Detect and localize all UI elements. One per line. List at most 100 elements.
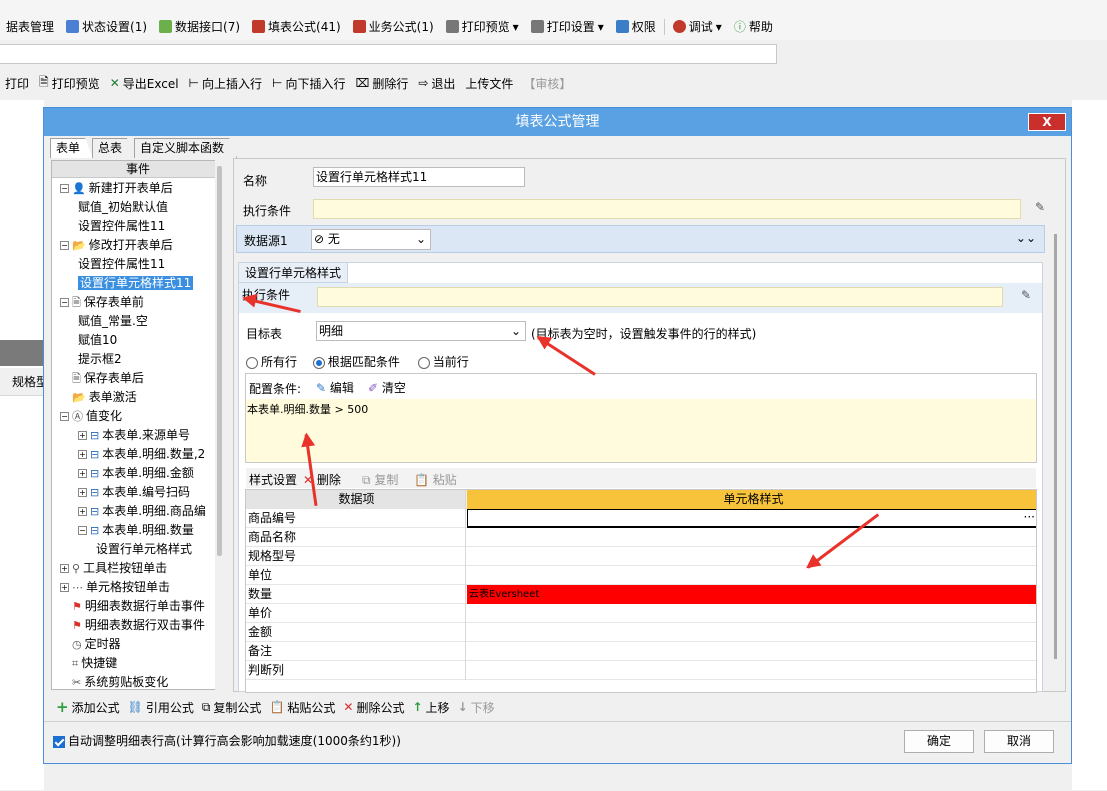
business-formula-button[interactable]: 业务公式(1): [347, 18, 440, 35]
table-row[interactable]: 规格型号: [246, 547, 1036, 566]
tree-node[interactable]: − 📂 修改打开表单后: [60, 236, 173, 255]
tree-leaf[interactable]: 赋值10: [78, 331, 117, 350]
expand-icon[interactable]: +: [78, 488, 87, 497]
panel-scrollbar[interactable]: [1054, 234, 1057, 659]
toolbar-item[interactable]: 据表管理: [0, 18, 60, 35]
cell-style-cell[interactable]: [467, 566, 1036, 585]
tree-leaf[interactable]: + ⊟ 本表单.编号扫码: [78, 483, 190, 502]
expand-icon[interactable]: +: [78, 431, 87, 440]
expand-icon[interactable]: +: [60, 583, 69, 592]
tree-node[interactable]: ⌗ 快捷键: [60, 654, 117, 673]
tree-node[interactable]: ✂ 系统剪贴板变化: [60, 673, 168, 689]
collapse-icon[interactable]: −: [60, 241, 69, 250]
move-up-button[interactable]: ↑ 上移: [408, 699, 453, 716]
permission-button[interactable]: 权限: [610, 18, 662, 35]
cell-style-cell[interactable]: 云表Eversheet: [467, 585, 1036, 604]
move-down-button[interactable]: ↓ 下移: [454, 699, 499, 716]
table-row[interactable]: 判断列: [246, 661, 1036, 680]
cell-style-cell[interactable]: [467, 604, 1036, 623]
cell-style-cell[interactable]: [467, 623, 1036, 642]
tree-leaf[interactable]: + ⊟ 本表单.明细.商品编: [78, 502, 206, 521]
tree-leaf[interactable]: + ⊟ 本表单.明细.数量,2: [78, 445, 205, 464]
collapse-icon[interactable]: −: [60, 412, 69, 421]
formula-bar[interactable]: [0, 44, 777, 64]
table-row[interactable]: 单位: [246, 566, 1036, 585]
copy-style-button[interactable]: ⧉ 复制: [362, 471, 398, 488]
reference-formula-button[interactable]: ⛓ 引用公式: [124, 699, 198, 716]
ok-button[interactable]: 确定: [904, 730, 974, 753]
cell-style-cell[interactable]: [467, 528, 1036, 547]
copy-formula-button[interactable]: ⧉ 复制公式: [198, 699, 266, 716]
condition-text-area[interactable]: 本表单.明细.数量 > 500: [246, 399, 1036, 462]
wand-icon[interactable]: ✎: [1021, 288, 1031, 302]
print-button[interactable]: 打印: [0, 75, 34, 92]
tree-leaf[interactable]: 赋值_常量.空: [78, 312, 148, 331]
cancel-button[interactable]: 取消: [984, 730, 1054, 753]
name-input[interactable]: 设置行单元格样式11: [313, 167, 525, 187]
cell-style-cell[interactable]: ···: [467, 508, 1036, 528]
tree-leaf[interactable]: + ⊟ 本表单.来源单号: [78, 426, 190, 445]
collapse-icon[interactable]: ⌄⌄: [1016, 231, 1036, 245]
audit-button[interactable]: 【审核】: [518, 75, 576, 92]
tree-scrollbar[interactable]: [215, 160, 225, 690]
debug-button[interactable]: 调试 ▾: [667, 18, 728, 35]
paste-formula-button[interactable]: 📋 粘贴公式: [265, 699, 339, 716]
cell-style-cell[interactable]: [467, 661, 1036, 680]
cell-style-cell[interactable]: [467, 642, 1036, 661]
tab-form[interactable]: 表单: [50, 138, 93, 158]
target-select[interactable]: 明细 ⌄: [316, 321, 526, 341]
cell-style-cell[interactable]: [467, 547, 1036, 566]
tree-node[interactable]: ⚑ 明细表数据行双击事件: [60, 616, 205, 635]
tree-node[interactable]: + ⚲ 工具栏按钮单击: [60, 559, 167, 578]
data-interface-button[interactable]: 数据接口(7): [153, 18, 246, 35]
upload-file-button[interactable]: 上传文件: [460, 75, 518, 92]
print-preview-link[interactable]: 🗎 打印预览: [34, 73, 105, 94]
radio-current-row[interactable]: 当前行: [417, 355, 469, 369]
tree-leaf[interactable]: 设置行单元格样式11: [78, 274, 194, 293]
tree-leaf[interactable]: 设置控件属性11: [78, 255, 165, 274]
tree-leaf[interactable]: − ⊟ 本表单.明细.数量: [78, 521, 194, 540]
tab-custom-script[interactable]: 自定义脚本函数: [134, 138, 237, 158]
expand-icon[interactable]: +: [78, 450, 87, 459]
tree-node[interactable]: − Ⓐ 值变化: [60, 407, 122, 426]
radio-match-condition[interactable]: 根据匹配条件: [312, 355, 400, 369]
tree-leaf[interactable]: 赋值_初始默认值: [78, 198, 168, 217]
print-preview-button[interactable]: 打印预览 ▾: [440, 18, 525, 35]
tree-leaf[interactable]: 设置行单元格样式: [96, 540, 192, 559]
tree-node[interactable]: ◷ 定时器: [60, 635, 121, 654]
tab-summary[interactable]: 总表: [92, 138, 135, 158]
fill-formula-button[interactable]: 填表公式(41): [246, 18, 347, 35]
paste-style-button[interactable]: 📋 粘贴: [414, 471, 457, 488]
delete-style-button[interactable]: ✕ 删除: [303, 471, 341, 488]
status-settings-button[interactable]: 状态设置(1): [60, 18, 153, 35]
table-row[interactable]: 商品名称: [246, 528, 1036, 547]
exec-condition-input[interactable]: [313, 199, 1021, 219]
collapse-icon[interactable]: −: [60, 184, 69, 193]
tree-node[interactable]: − 🗎 保存表单前: [60, 293, 144, 312]
tree-node[interactable]: ⚑ 明细表数据行单击事件: [60, 597, 205, 616]
tree-node[interactable]: 🗎 保存表单后: [60, 369, 144, 388]
expand-icon[interactable]: +: [78, 469, 87, 478]
collapse-icon[interactable]: −: [78, 526, 87, 535]
print-settings-button[interactable]: 打印设置 ▾: [525, 18, 610, 35]
insert-row-above-button[interactable]: ⊢ 向上插入行: [184, 75, 267, 92]
table-row[interactable]: 单价: [246, 604, 1036, 623]
tree-node[interactable]: 📂 表单激活: [60, 388, 137, 407]
table-row[interactable]: 数量 云表Eversheet: [246, 585, 1036, 604]
edit-condition-button[interactable]: ✎ 编辑: [316, 379, 354, 396]
export-excel-button[interactable]: ✕ 导出Excel: [105, 75, 184, 92]
close-button[interactable]: X: [1028, 113, 1066, 131]
radio-all-rows[interactable]: 所有行: [246, 355, 297, 369]
help-button[interactable]: ⓘ 帮助: [728, 18, 779, 35]
delete-formula-button[interactable]: ✕ 删除公式: [339, 699, 408, 716]
tree-leaf[interactable]: 设置控件属性11: [78, 217, 165, 236]
wand-icon[interactable]: ✎: [1035, 200, 1045, 214]
add-formula-button[interactable]: + 添加公式: [52, 698, 124, 716]
datasource-select[interactable]: ⊘ 无 ⌄: [311, 229, 431, 250]
clear-condition-button[interactable]: ✐ 清空: [368, 379, 406, 396]
delete-row-button[interactable]: ⌧ 删除行: [350, 75, 413, 92]
table-row[interactable]: 商品编号 ···: [246, 508, 1036, 528]
ellipsis-button[interactable]: ···: [1024, 508, 1035, 527]
tree-leaf[interactable]: + ⊟ 本表单.明细.金额: [78, 464, 194, 483]
section-exec-input[interactable]: [317, 287, 1003, 307]
